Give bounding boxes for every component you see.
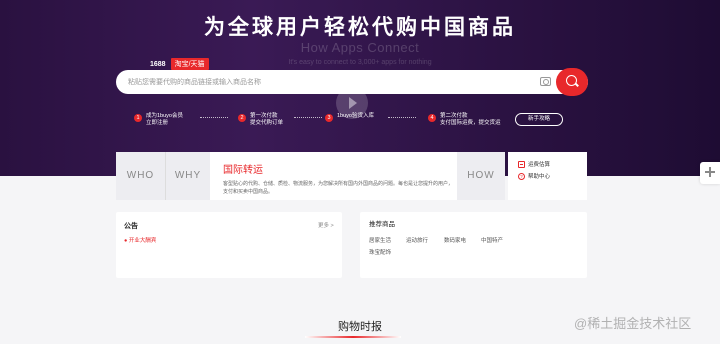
recommended-title: 推荐商品 — [369, 221, 395, 228]
search-icon — [566, 75, 577, 86]
step-divider — [388, 117, 416, 118]
step-3: 3 1buyo验货入库 — [325, 113, 374, 122]
process-steps: 1 成为1buyo会员 立即注册 2 第一次付款 提交代购订单 3 1buyo验货入… — [134, 113, 574, 133]
step-label: 成为1buyo会员 — [146, 113, 183, 119]
category-link[interactable]: 珠宝配饰 — [369, 248, 391, 256]
help-center-link[interactable]: ? 帮助中心 — [518, 172, 550, 180]
hero-video-subcaption: It's easy to connect to 3,000+ apps for … — [288, 59, 432, 66]
shipping-estimate-label: 运费估算 — [528, 162, 551, 168]
notice-title: 公告 — [124, 223, 138, 230]
category-link[interactable]: 数码家电 — [444, 236, 466, 244]
site-watermark: @稀土掘金技术社区 — [574, 316, 692, 331]
tab-who[interactable]: WHO — [116, 152, 165, 200]
source-tab-taobao[interactable]: 淘宝/天猫 — [170, 58, 209, 70]
search-button[interactable] — [556, 68, 588, 96]
camera-icon[interactable] — [540, 77, 551, 86]
recommended-card: 推荐商品 居家生活 运动旅行 数码家电 中国特产 珠宝配饰 — [360, 212, 587, 278]
step-sublabel: 支付国际运费，提交货运 — [440, 120, 501, 126]
step-label: 第一次付款 — [250, 113, 278, 119]
notice-item[interactable]: ● 开业大酬宾 — [124, 236, 156, 244]
section-title-underline — [305, 336, 401, 338]
search-input[interactable] — [128, 73, 528, 91]
step-4: 4 第二次付款 支付国际运费，提交货运 — [428, 113, 501, 127]
step-1: 1 成为1buyo会员 立即注册 — [134, 113, 183, 127]
notice-more-link[interactable]: 更多 > — [318, 221, 334, 229]
step-label: 1buyo验货入库 — [337, 113, 374, 119]
source-tab-1688[interactable]: 1688 — [150, 61, 166, 68]
notice-card: 公告 更多 > ● 开业大酬宾 — [116, 212, 342, 278]
intl-transit-title: 国际转运 — [223, 165, 263, 176]
register-link[interactable]: 立即注册 — [146, 120, 183, 127]
tab-why[interactable]: WHY — [165, 152, 210, 200]
hero-banner: How Apps Connect It's easy to connect to… — [0, 0, 720, 176]
step-sublabel: 提交代购订单 — [250, 120, 284, 126]
intl-transit-description: 客型贴心的代购、仓储、质检、物流服务，为您解决所有国内外国商品的问题。每也是让您… — [223, 181, 454, 195]
page: How Apps Connect It's easy to connect to… — [0, 0, 720, 344]
question-icon: ? — [518, 172, 525, 180]
side-links: 运费估算 ? 帮助中心 — [508, 152, 587, 200]
float-add-button[interactable] — [700, 162, 720, 184]
tab-how[interactable]: HOW — [457, 152, 505, 200]
step-divider — [294, 117, 322, 118]
shipping-estimate-link[interactable]: 运费估算 — [518, 160, 550, 168]
step-2: 2 第一次付款 提交代购订单 — [238, 113, 283, 127]
step-number: 4 — [428, 114, 436, 122]
help-center-label: 帮助中心 — [528, 174, 551, 180]
hero-video-caption: How Apps Connect — [300, 40, 420, 55]
beginner-guide-button[interactable]: 新手攻略 — [515, 113, 563, 126]
source-tabs: 1688 淘宝/天猫 — [150, 58, 209, 70]
step-divider — [200, 117, 228, 118]
category-link[interactable]: 运动旅行 — [406, 236, 428, 244]
step-label: 第二次付款 — [440, 113, 468, 119]
plus-icon — [705, 167, 715, 177]
hero-title: 为全球用户轻松代购中国商品 — [204, 16, 516, 39]
document-icon — [518, 160, 525, 168]
step-number: 3 — [325, 114, 333, 122]
step-number: 1 — [134, 114, 142, 122]
category-link[interactable]: 中国特产 — [481, 236, 503, 244]
step-number: 2 — [238, 114, 246, 122]
search-bar — [116, 70, 588, 94]
info-panel: WHO WHY 国际转运 客型贴心的代购、仓储、质检、物流服务，为您解决所有国内… — [116, 152, 505, 200]
category-link[interactable]: 居家生活 — [369, 236, 391, 244]
